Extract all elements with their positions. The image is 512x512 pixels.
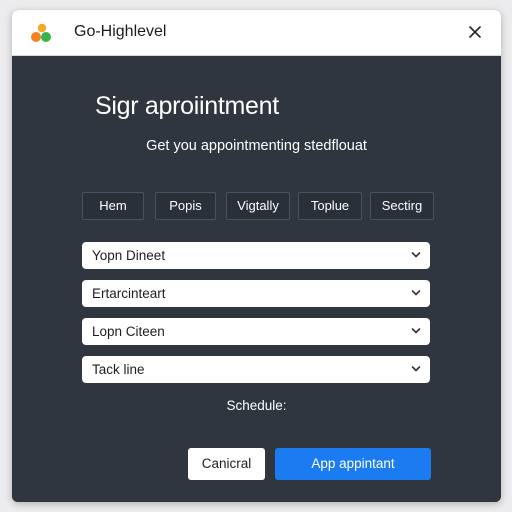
dropdown-value: Tack line xyxy=(92,362,145,377)
go-highlevel-logo-icon xyxy=(31,23,51,42)
close-icon[interactable] xyxy=(464,21,486,43)
page-subtitle: Get you appointmenting stedflouat xyxy=(146,138,367,154)
dropdown-select-3[interactable]: Lopn Citeen xyxy=(82,318,430,345)
add-appointment-button[interactable]: App appintant xyxy=(275,448,431,480)
chevron-down-icon xyxy=(411,252,421,258)
title-bar: Go-Highlevel xyxy=(12,10,501,56)
cancel-button[interactable]: Canicral xyxy=(188,448,265,480)
chevron-down-icon xyxy=(411,328,421,334)
page-title: Sigr aproiintment xyxy=(95,92,279,120)
dropdown-select-1[interactable]: Yopn Dineet xyxy=(82,242,430,269)
tab-sectirg[interactable]: Sectirg xyxy=(370,192,434,220)
dropdown-select-2[interactable]: Ertarcinteart xyxy=(82,280,430,307)
tab-toplue[interactable]: Toplue xyxy=(298,192,362,220)
dropdown-value: Lopn Citeen xyxy=(92,324,165,339)
tab-hem[interactable]: Hem xyxy=(82,192,144,220)
tab-vigtally[interactable]: Vigtally xyxy=(226,192,290,220)
schedule-label: Schedule: xyxy=(226,398,287,413)
app-window: Go-Highlevel Sigr aproiintment Get you a… xyxy=(12,10,501,502)
chevron-down-icon xyxy=(411,290,421,296)
window-title: Go-Highlevel xyxy=(74,23,167,40)
dropdown-value: Ertarcinteart xyxy=(92,286,166,301)
dialog-body: Sigr aproiintment Get you appointmenting… xyxy=(12,56,501,502)
tab-popis[interactable]: Popis xyxy=(155,192,216,220)
chevron-down-icon xyxy=(411,366,421,372)
dropdown-select-4[interactable]: Tack line xyxy=(82,356,430,383)
dropdown-value: Yopn Dineet xyxy=(92,248,166,263)
